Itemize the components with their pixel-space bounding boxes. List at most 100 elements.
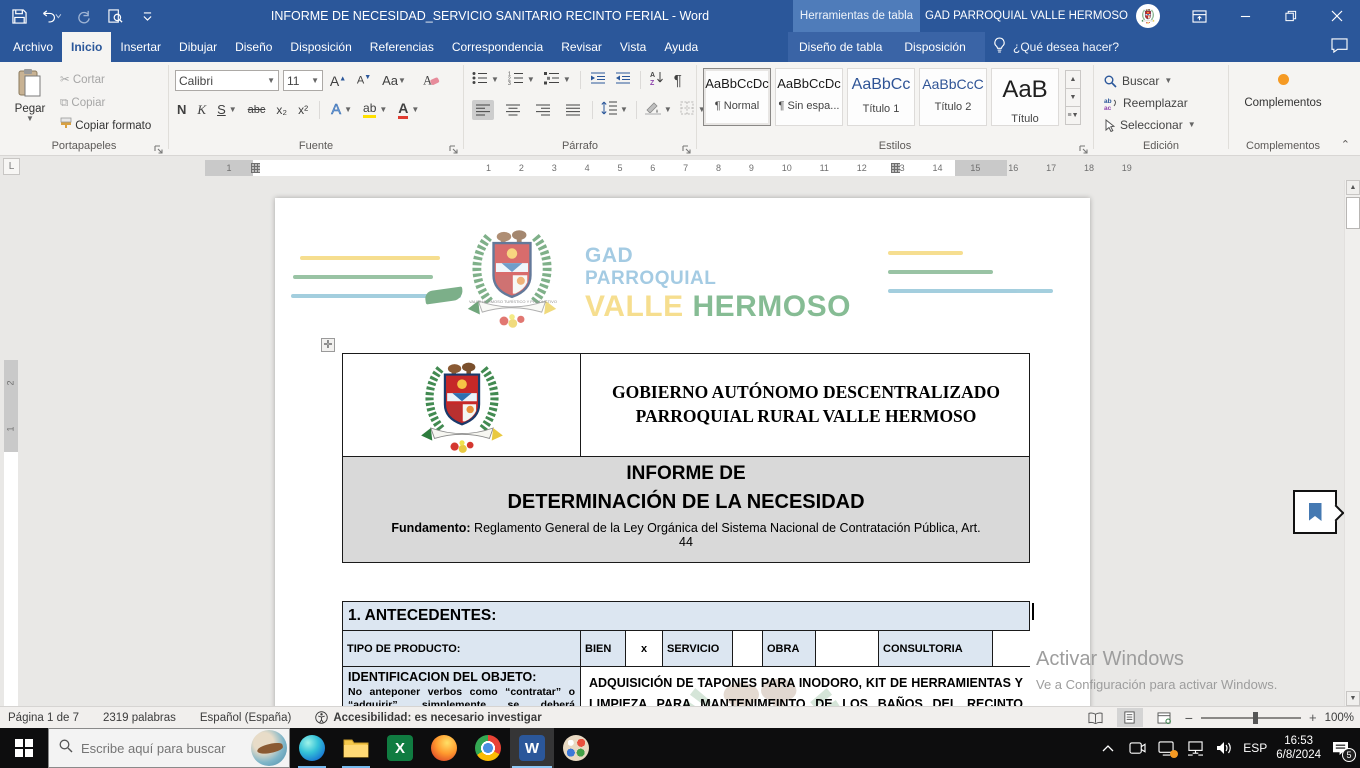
- zoom-level[interactable]: 100%: [1325, 712, 1354, 724]
- word-count[interactable]: 2319 palabras: [103, 712, 176, 724]
- taskbar-firefox-icon[interactable]: [422, 728, 466, 768]
- tipo-obra-mark[interactable]: [816, 631, 879, 666]
- scrollbar-thumb[interactable]: [1346, 197, 1360, 229]
- notification-center-icon[interactable]: 5: [1330, 738, 1356, 762]
- paste-button[interactable]: Pegar ▼: [8, 68, 52, 123]
- bold-icon[interactable]: N: [177, 102, 186, 117]
- tab-ayuda[interactable]: Ayuda: [655, 32, 707, 62]
- tipo-servicio-mark[interactable]: [733, 631, 763, 666]
- accessibility-status[interactable]: Accesibilidad: es necesario investigar: [315, 711, 542, 724]
- meet-now-icon[interactable]: [1127, 738, 1147, 758]
- align-center-icon[interactable]: [502, 100, 524, 120]
- style-sin-espaciado[interactable]: AaBbCcDc ¶ Sin espa...: [775, 68, 843, 126]
- increase-indent-icon[interactable]: [615, 71, 631, 90]
- bookmark-popup[interactable]: [1293, 490, 1345, 534]
- taskbar-search[interactable]: [48, 728, 290, 768]
- table-move-handle[interactable]: ✛: [321, 338, 335, 352]
- display-notification-icon[interactable]: [1156, 738, 1179, 758]
- document-page[interactable]: VALLE HERMOSO TURÍSTICO Y PRODUCTIVO GAD…: [275, 198, 1090, 706]
- taskbar-paint-icon[interactable]: [554, 728, 598, 768]
- grow-font-icon[interactable]: A▲: [327, 70, 349, 91]
- tab-disposicion-tabla[interactable]: Disposición: [893, 40, 976, 54]
- tab-referencias[interactable]: Referencias: [361, 32, 443, 62]
- scroll-up-icon[interactable]: ▲: [1346, 180, 1360, 195]
- tab-diseno-de-tabla[interactable]: Diseño de tabla: [788, 40, 893, 54]
- scroll-down-icon[interactable]: ▼: [1346, 691, 1360, 706]
- sort-icon[interactable]: AZ: [650, 70, 665, 90]
- account-info[interactable]: GAD PARROQUIAL VALLE HERMOSO: [925, 0, 1161, 32]
- format-painter-button[interactable]: Copiar formato: [60, 116, 151, 134]
- styles-gallery-more-icon[interactable]: ≡▼: [1065, 106, 1081, 125]
- fuente-dialog-launcher-icon[interactable]: [449, 142, 459, 154]
- table-column-marker-icon[interactable]: [891, 163, 900, 173]
- ribbon-display-options-icon[interactable]: [1176, 0, 1222, 32]
- network-icon[interactable]: [1185, 738, 1205, 758]
- paste-dropdown-icon[interactable]: ▼: [8, 115, 52, 123]
- style-titulo-2[interactable]: AaBbCcC Título 2: [919, 68, 987, 126]
- portapapeles-dialog-launcher-icon[interactable]: [154, 142, 164, 154]
- font-family-select[interactable]: Calibri ▼: [175, 70, 279, 91]
- redo-icon[interactable]: [72, 5, 94, 27]
- customize-qat-icon[interactable]: [136, 5, 158, 27]
- superscript-icon[interactable]: x²: [298, 103, 308, 117]
- vertical-ruler[interactable]: 21: [4, 360, 18, 706]
- print-preview-icon[interactable]: [104, 5, 126, 27]
- show-paragraph-marks-icon[interactable]: ¶: [674, 72, 682, 89]
- zoom-slider-thumb[interactable]: [1252, 711, 1258, 724]
- text-effects-icon[interactable]: A: [331, 101, 342, 119]
- search-input[interactable]: [81, 740, 231, 756]
- read-mode-icon[interactable]: [1083, 708, 1109, 727]
- decrease-indent-icon[interactable]: [590, 71, 606, 90]
- tray-chevron-icon[interactable]: [1098, 738, 1118, 758]
- web-layout-icon[interactable]: [1151, 708, 1177, 727]
- style-titulo[interactable]: AaB Título: [991, 68, 1059, 126]
- table-column-marker-icon[interactable]: [251, 163, 260, 173]
- taskbar-explorer-icon[interactable]: [334, 728, 378, 768]
- parrafo-dialog-launcher-icon[interactable]: [682, 142, 692, 154]
- italic-icon[interactable]: K: [197, 102, 206, 118]
- cut-button[interactable]: ✂ Cortar: [60, 70, 105, 88]
- clear-formatting-icon[interactable]: A: [419, 70, 443, 91]
- estilos-dialog-launcher-icon[interactable]: [1079, 142, 1089, 154]
- taskbar-excel-icon[interactable]: X: [378, 728, 422, 768]
- complementos-button[interactable]: Complementos: [1229, 74, 1337, 109]
- zoom-out-icon[interactable]: −: [1185, 710, 1193, 726]
- language-indicator[interactable]: Español (España): [200, 712, 291, 724]
- replace-button[interactable]: ab ac Reemplazar: [1104, 92, 1196, 114]
- style-titulo-1[interactable]: AaBbCc Título 1: [847, 68, 915, 126]
- zoom-slider[interactable]: [1200, 711, 1301, 724]
- underline-icon[interactable]: S: [217, 102, 226, 117]
- select-button[interactable]: Seleccionar ▼: [1104, 114, 1196, 136]
- minimize-button[interactable]: [1222, 0, 1268, 32]
- undo-icon[interactable]: [40, 5, 62, 27]
- feedback-icon[interactable]: [1331, 38, 1348, 56]
- justify-icon[interactable]: [562, 100, 584, 120]
- shading-icon[interactable]: [644, 101, 661, 120]
- start-button[interactable]: [0, 728, 48, 768]
- save-icon[interactable]: [8, 5, 30, 27]
- strikethrough-icon[interactable]: abc: [248, 104, 266, 116]
- tab-disposicion[interactable]: Disposición: [281, 32, 360, 62]
- styles-scroll-down-icon[interactable]: ▼: [1065, 88, 1081, 107]
- borders-icon[interactable]: [680, 101, 695, 120]
- tab-inicio[interactable]: Inicio: [62, 32, 112, 62]
- styles-scroll-up-icon[interactable]: ▲: [1065, 70, 1081, 89]
- print-layout-icon[interactable]: [1116, 708, 1143, 727]
- tab-dibujar[interactable]: Dibujar: [170, 32, 226, 62]
- page-indicator[interactable]: Página 1 de 7: [8, 712, 79, 724]
- tab-stop-selector[interactable]: L: [3, 158, 20, 175]
- tab-revisar[interactable]: Revisar: [552, 32, 611, 62]
- find-button[interactable]: Buscar ▼: [1104, 70, 1196, 92]
- bullet-list-icon[interactable]: [472, 71, 488, 90]
- copy-button[interactable]: ⧉ Copiar: [60, 93, 105, 111]
- align-left-icon[interactable]: [472, 100, 494, 120]
- align-right-icon[interactable]: [532, 100, 554, 120]
- tray-language[interactable]: ESP: [1243, 741, 1267, 755]
- numbered-list-icon[interactable]: 123: [508, 71, 524, 90]
- tab-vista[interactable]: Vista: [611, 32, 655, 62]
- volume-icon[interactable]: [1214, 738, 1234, 758]
- subscript-icon[interactable]: x₂: [276, 103, 287, 117]
- taskbar-edge-icon[interactable]: [290, 728, 334, 768]
- multilevel-list-icon[interactable]: [543, 71, 560, 90]
- tipo-consultoria-mark[interactable]: [993, 631, 1031, 666]
